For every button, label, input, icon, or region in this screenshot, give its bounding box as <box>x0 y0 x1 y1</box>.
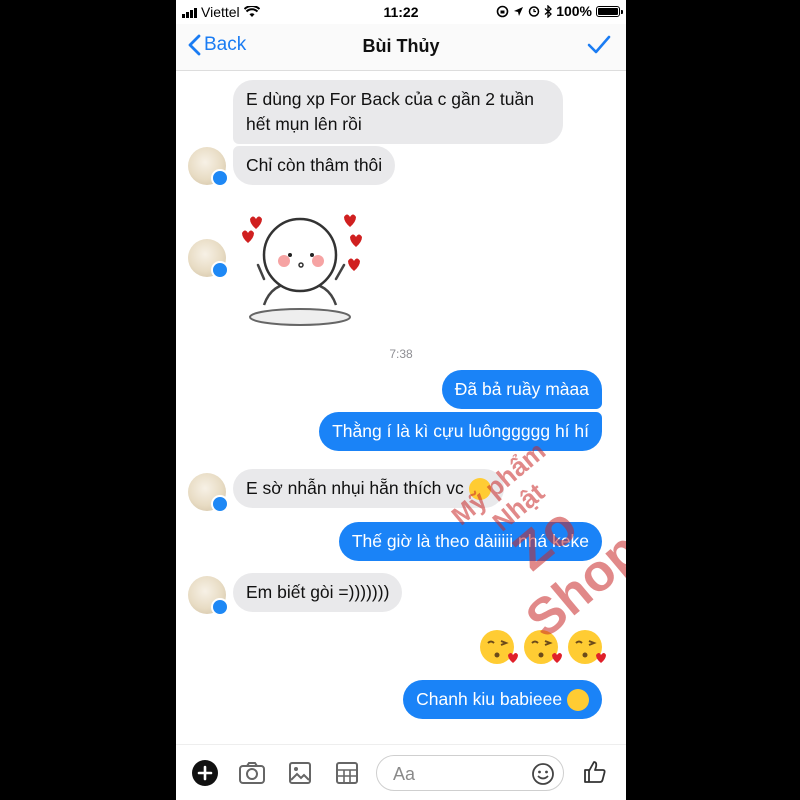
incoming-message[interactable]: E sờ nhẫn nhụi hẵn thích vc <box>233 469 504 508</box>
grinning-squint-emoji <box>468 478 491 501</box>
outgoing-message[interactable]: Thế giờ là theo dàiiiii nhá keke <box>338 522 602 561</box>
message-text: Đã bả ruầy màaa <box>454 379 589 399</box>
status-bar: Viettel 11:22 100% <box>176 0 626 24</box>
conversation-header: Back Bùi Thủy <box>176 24 626 71</box>
message-text: E dùng xp For Back của c gần 2 tuần <box>246 89 534 109</box>
kissing-heart-emoji <box>568 630 606 664</box>
avatar[interactable] <box>188 576 229 616</box>
messenger-screen: Viettel 11:22 100% Back Bùi Thủy E dùng … <box>176 0 626 800</box>
battery-icon <box>596 5 623 17</box>
bluetooth-icon <box>544 4 553 18</box>
outgoing-message[interactable]: Chanh kiu babieee <box>403 680 602 719</box>
incoming-message[interactable]: Chỉ còn thâm thôi <box>233 146 396 185</box>
incoming-message[interactable]: E dùng xp For Back của c gần 2 tuần hết … <box>233 80 563 144</box>
screen-lock-icon <box>496 5 509 17</box>
kissing-emoji <box>567 689 589 712</box>
camera-icon[interactable] <box>238 761 266 785</box>
message-text: Chanh kiu babieee <box>416 689 563 709</box>
messenger-badge-icon <box>211 261 229 279</box>
avatar[interactable] <box>188 473 229 513</box>
message-input[interactable] <box>391 763 525 786</box>
messenger-badge-icon <box>211 495 229 513</box>
message-text: Chỉ còn thâm thôi <box>246 155 383 175</box>
cartoon-hearts-sticker[interactable] <box>232 209 372 329</box>
contact-name: Bùi Thủy <box>362 36 440 56</box>
avatar[interactable] <box>188 239 229 279</box>
message-text: E sờ nhẫn nhụi hẵn thích vc <box>246 478 464 498</box>
sticker-grid-icon[interactable] <box>335 761 359 785</box>
kissing-heart-emoji <box>524 630 562 664</box>
alarm-icon <box>528 6 540 17</box>
thumbs-up-icon[interactable] <box>582 759 608 785</box>
composer-toolbar <box>176 744 626 800</box>
timestamp: 7:38 <box>389 347 413 361</box>
messenger-badge-icon <box>211 598 229 616</box>
message-text: Thằng í là kì cựu luônggggg hí hí <box>332 421 589 441</box>
avatar[interactable] <box>188 147 229 187</box>
plus-icon[interactable] <box>192 760 218 786</box>
message-text: Em biết gòi =))))))) <box>246 582 390 602</box>
kissing-heart-emoji <box>480 630 518 664</box>
outgoing-message[interactable]: Đã bả ruầy màaa <box>441 370 602 409</box>
message-thread: E dùng xp For Back của c gần 2 tuần hết … <box>176 71 626 743</box>
incoming-message[interactable]: Em biết gòi =))))))) <box>233 573 403 612</box>
location-icon <box>514 6 524 16</box>
done-button[interactable] <box>586 32 612 63</box>
messenger-badge-icon <box>211 169 229 187</box>
outgoing-message[interactable]: Thằng í là kì cựu luônggggg hí hí <box>319 412 602 451</box>
message-text: hết mụn lên rồi <box>246 114 362 134</box>
kissing-heart-emoji-message[interactable] <box>478 627 606 667</box>
battery-percent: 100% <box>556 3 592 19</box>
checkmark-icon <box>587 35 611 54</box>
message-compose[interactable] <box>376 755 564 791</box>
photo-icon[interactable] <box>288 761 312 785</box>
emoji-icon[interactable] <box>531 762 555 786</box>
message-text: Thế giờ là theo dàiiiii nhá keke <box>351 531 589 551</box>
